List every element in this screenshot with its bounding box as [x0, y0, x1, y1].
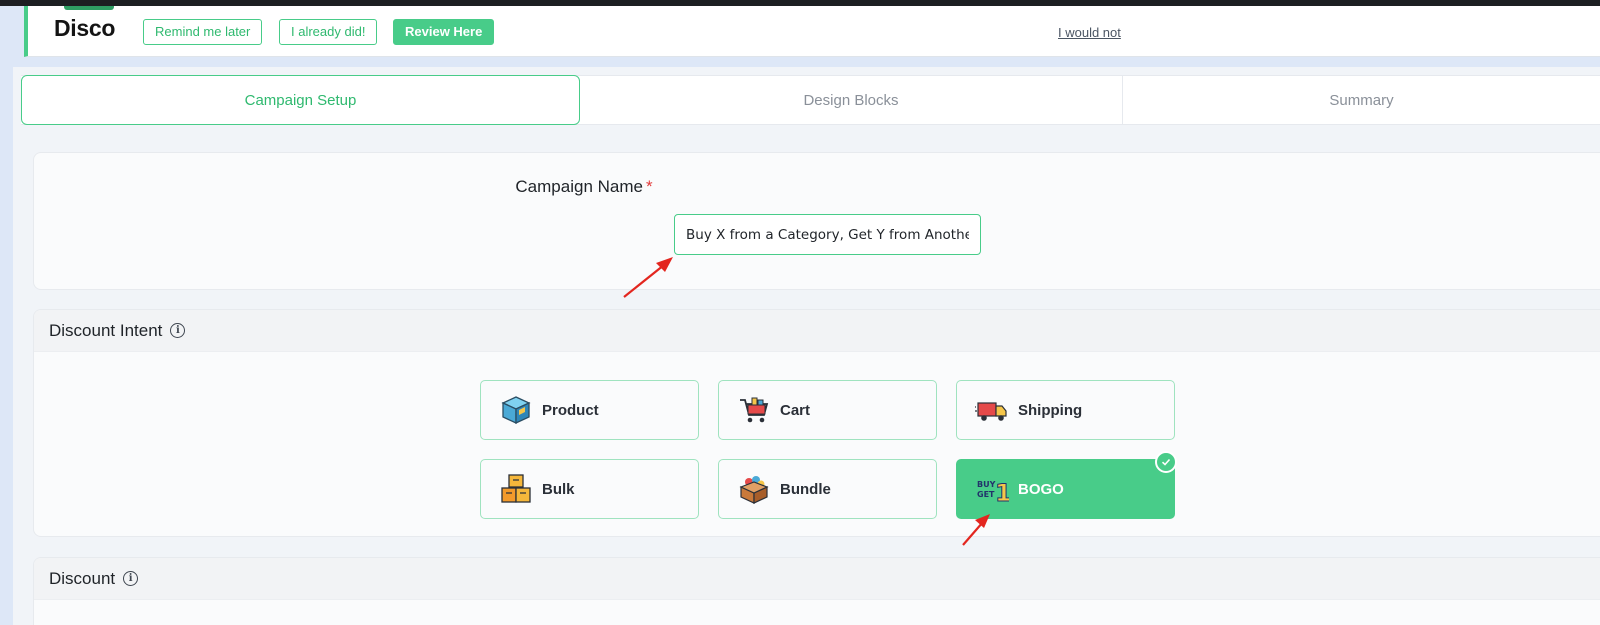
- buy-get-one-icon: BUY GET 1: [976, 478, 1009, 506]
- intent-option-label: Shipping: [1018, 401, 1083, 419]
- intent-option-shipping[interactable]: Shipping: [956, 380, 1175, 440]
- step-tabs: Campaign Setup Design Blocks Summary: [21, 75, 1600, 125]
- tab-campaign-setup[interactable]: Campaign Setup: [21, 75, 580, 125]
- campaign-name-label-text: Campaign Name: [515, 177, 643, 196]
- svg-text:1: 1: [995, 479, 1009, 506]
- campaign-editor: Campaign Setup Design Blocks Summary Cam…: [13, 67, 1600, 625]
- intent-option-cart[interactable]: Cart: [718, 380, 937, 440]
- intent-option-label: Bundle: [780, 480, 831, 498]
- intent-option-label: Bulk: [542, 480, 575, 498]
- intent-option-bogo[interactable]: BUY GET 1 BOGO: [956, 451, 1177, 519]
- tab-summary[interactable]: Summary: [1123, 76, 1600, 124]
- discount-intent-card: Discount Intent i Product Cart Shipping …: [33, 309, 1600, 537]
- intent-option-bundle[interactable]: Bundle: [718, 459, 937, 519]
- discount-card: Discount i: [33, 557, 1600, 625]
- campaign-name-input[interactable]: [674, 214, 981, 255]
- review-notice: Disco Remind me later I already did! Rev…: [24, 6, 1600, 57]
- svg-text:GET: GET: [977, 490, 995, 499]
- intent-option-label: BOGO: [1018, 480, 1064, 498]
- review-here-button[interactable]: Review Here: [393, 19, 495, 45]
- logo-tab: [64, 6, 114, 10]
- already-did-button[interactable]: I already did!: [279, 19, 378, 45]
- info-icon[interactable]: i: [170, 323, 186, 338]
- required-mark: *: [645, 177, 653, 196]
- info-icon[interactable]: i: [123, 571, 139, 586]
- discount-intent-title: Discount Intent: [49, 320, 163, 340]
- notice-title: Disco: [54, 15, 116, 41]
- intent-option-bulk[interactable]: Bulk: [480, 459, 699, 519]
- bundle-box-icon: [739, 476, 769, 504]
- discount-title: Discount: [49, 568, 116, 588]
- stacked-boxes-icon: [501, 474, 531, 503]
- discount-intent-header: Discount Intent i: [34, 310, 1600, 352]
- intent-option-label: Product: [542, 401, 599, 419]
- selected-check-icon: [1155, 451, 1177, 473]
- intent-option-product[interactable]: Product: [480, 380, 699, 440]
- campaign-name-label: Campaign Name *: [34, 177, 1134, 197]
- intent-option-label: Cart: [780, 401, 811, 419]
- box-icon: [501, 396, 531, 425]
- truck-icon: [975, 402, 1007, 421]
- cart-icon: [740, 397, 769, 423]
- would-not-link[interactable]: I would not: [1058, 25, 1121, 40]
- svg-text:BUY: BUY: [977, 480, 996, 489]
- remind-later-button[interactable]: Remind me later: [143, 19, 263, 45]
- tab-design-blocks[interactable]: Design Blocks: [580, 76, 1123, 124]
- campaign-name-card: Campaign Name *: [33, 152, 1600, 290]
- discount-header: Discount i: [34, 558, 1600, 600]
